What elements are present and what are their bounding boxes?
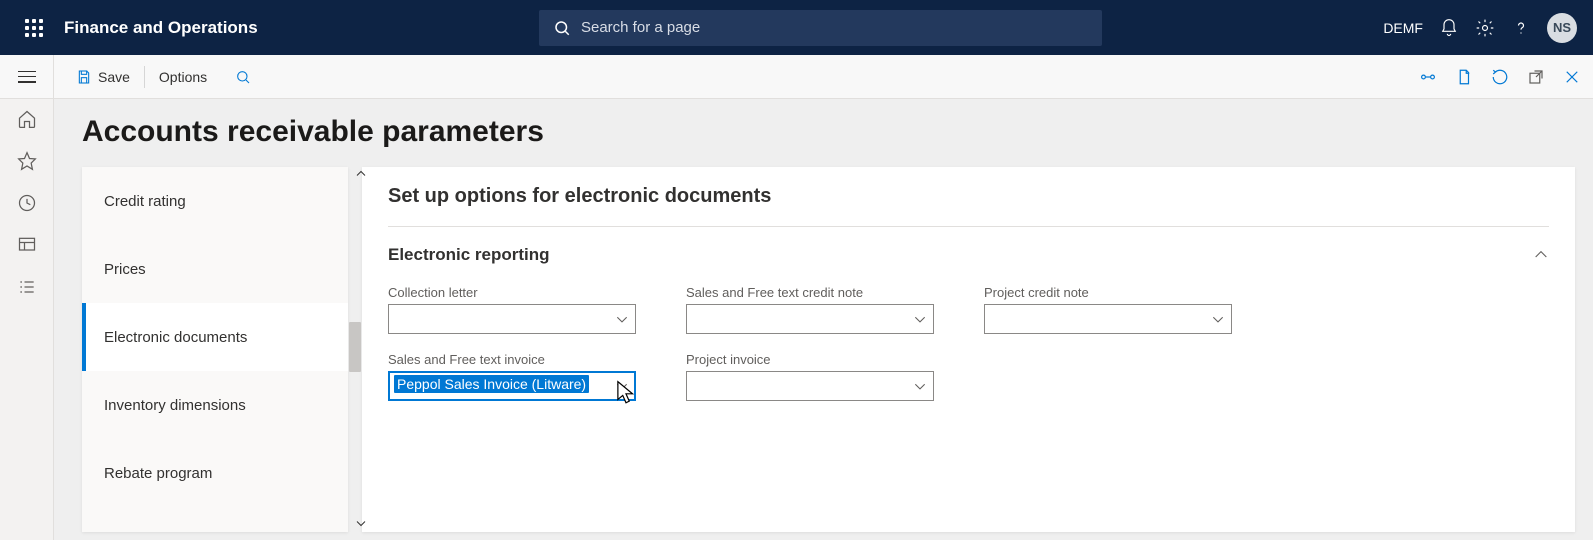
tab-electronic-documents[interactable]: Electronic documents — [82, 303, 348, 371]
chevron-down-icon — [913, 379, 927, 393]
avatar[interactable]: NS — [1547, 13, 1577, 43]
tab-rebate-program[interactable]: Rebate program — [82, 439, 348, 507]
left-rail — [0, 99, 54, 540]
field-value: Peppol Sales Invoice (Litware) — [394, 375, 589, 393]
scroll-down-button[interactable] — [344, 514, 378, 532]
field-label: Collection letter — [388, 285, 636, 300]
chevron-down-icon — [1211, 312, 1225, 326]
workspace-icon[interactable] — [17, 235, 37, 255]
field-label: Sales and Free text invoice — [388, 352, 636, 367]
save-label: Save — [98, 69, 130, 85]
tab-label: Rebate program — [104, 465, 212, 482]
chevron-down-icon — [615, 312, 629, 326]
tab-label: Credit rating — [104, 193, 186, 210]
modules-icon[interactable] — [17, 277, 37, 297]
chevron-up-icon — [1533, 247, 1549, 263]
chevron-down-icon — [615, 379, 629, 393]
app-launcher-icon[interactable] — [10, 0, 58, 55]
star-icon[interactable] — [17, 151, 37, 171]
search-icon — [553, 19, 571, 37]
section-title: Electronic reporting — [388, 245, 550, 265]
tab-credit-rating[interactable]: Credit rating — [82, 167, 348, 235]
page-title: Accounts receivable parameters — [82, 115, 1575, 149]
save-icon — [76, 69, 92, 85]
field-label: Project credit note — [984, 285, 1232, 300]
project-invoice-dropdown[interactable] — [686, 371, 934, 401]
help-icon[interactable] — [1511, 18, 1531, 38]
home-icon[interactable] — [17, 109, 37, 129]
field-sales-credit-note: Sales and Free text credit note — [686, 285, 934, 334]
field-collection-letter: Collection letter — [388, 285, 636, 334]
tab-list: Credit rating Prices Electronic document… — [82, 167, 348, 532]
bell-icon[interactable] — [1439, 18, 1459, 38]
field-project-credit-note: Project credit note — [984, 285, 1232, 334]
sales-credit-note-dropdown[interactable] — [686, 304, 934, 334]
collection-letter-dropdown[interactable] — [388, 304, 636, 334]
workspace: Accounts receivable parameters Credit ra… — [0, 99, 1593, 540]
save-button[interactable]: Save — [66, 63, 140, 91]
section-header[interactable]: Electronic reporting — [388, 245, 1549, 265]
header-right: DEMF NS — [1383, 13, 1577, 43]
refresh-icon[interactable] — [1491, 68, 1509, 86]
action-bar: Save Options — [54, 55, 1593, 98]
content-area: Accounts receivable parameters Credit ra… — [54, 99, 1593, 540]
gear-icon[interactable] — [1475, 18, 1495, 38]
close-icon[interactable] — [1563, 68, 1581, 86]
global-search-input[interactable] — [539, 10, 1102, 46]
global-header: Finance and Operations DEMF NS — [0, 0, 1593, 55]
global-search[interactable] — [539, 10, 1102, 46]
tab-prices[interactable]: Prices — [82, 235, 348, 303]
legal-entity[interactable]: DEMF — [1383, 20, 1423, 36]
tab-label: Inventory dimensions — [104, 397, 246, 414]
project-credit-note-dropdown[interactable] — [984, 304, 1232, 334]
tab-label: Prices — [104, 261, 146, 278]
panel-title: Set up options for electronic documents — [388, 185, 1549, 208]
tab-label: Electronic documents — [104, 329, 247, 346]
sales-invoice-dropdown[interactable]: Peppol Sales Invoice (Litware) — [388, 371, 636, 401]
field-label: Project invoice — [686, 352, 934, 367]
search-icon — [235, 69, 251, 85]
action-right-group — [1419, 68, 1581, 86]
options-button[interactable]: Options — [149, 63, 217, 91]
popout-icon[interactable] — [1527, 68, 1545, 86]
separator — [144, 66, 145, 88]
split-pane: Credit rating Prices Electronic document… — [82, 167, 1575, 532]
divider — [388, 226, 1549, 227]
nav-toggle-button[interactable] — [0, 55, 54, 98]
chevron-down-icon — [913, 312, 927, 326]
scrollbar-thumb[interactable] — [349, 322, 361, 372]
field-label: Sales and Free text credit note — [686, 285, 934, 300]
action-row: Save Options — [0, 55, 1593, 99]
form-panel: Set up options for electronic documents … — [362, 167, 1575, 532]
field-project-invoice: Project invoice — [686, 352, 934, 401]
scroll-up-button[interactable] — [344, 165, 378, 183]
options-label: Options — [159, 69, 207, 85]
form-grid: Collection letter Sales and Free text cr… — [388, 285, 1549, 401]
tab-inventory-dimensions[interactable]: Inventory dimensions — [82, 371, 348, 439]
app-title: Finance and Operations — [64, 18, 258, 38]
document-icon[interactable] — [1455, 68, 1473, 86]
link-icon[interactable] — [1419, 68, 1437, 86]
search-action-button[interactable] — [225, 63, 261, 91]
field-sales-invoice: Sales and Free text invoice Peppol Sales… — [388, 352, 636, 401]
clock-icon[interactable] — [17, 193, 37, 213]
